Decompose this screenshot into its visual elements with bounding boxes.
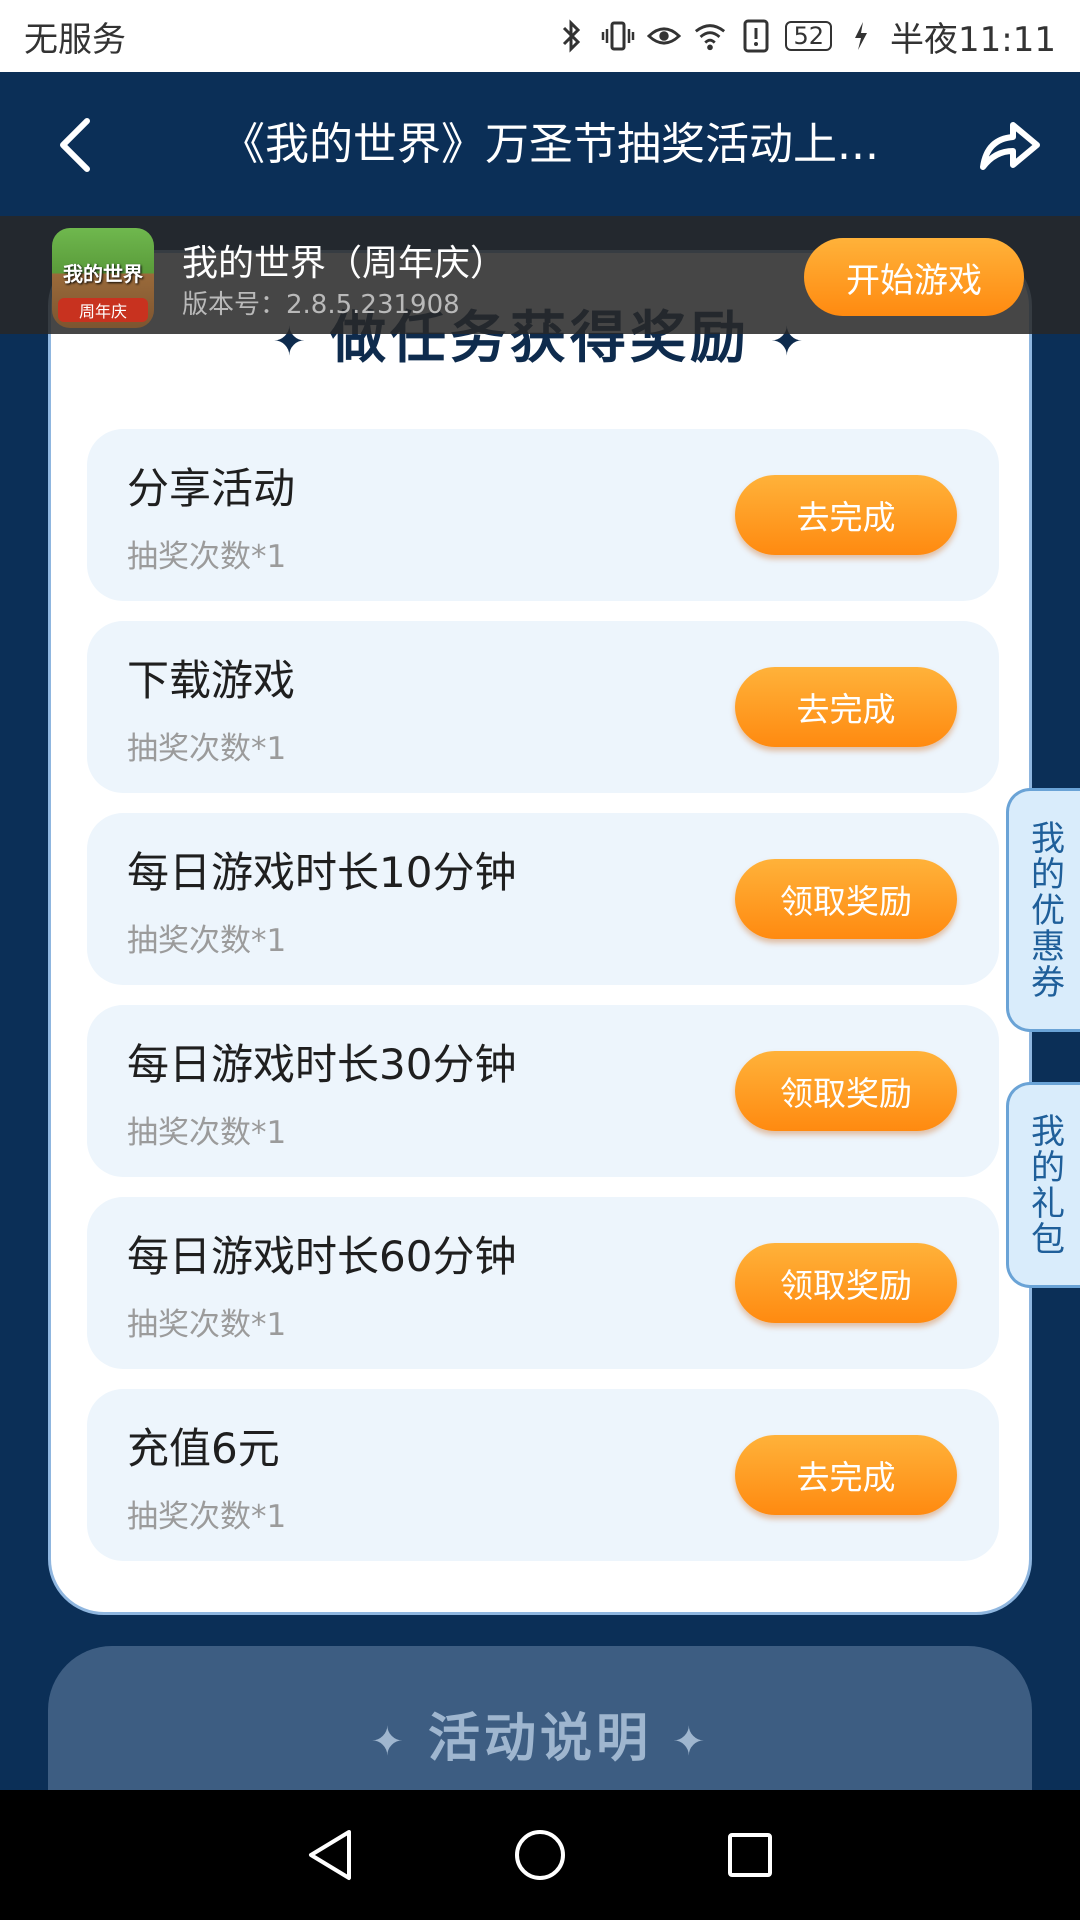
alert-sim-icon [739,19,773,53]
task-item-play-10min: 每日游戏时长10分钟 抽奖次数*1 领取奖励 [87,813,999,985]
back-button[interactable] [40,110,110,180]
share-button[interactable] [972,108,1046,182]
clock: 半夜11:11 [890,19,1056,60]
app-icon-badge: 周年庆 [58,298,148,322]
tasks-card: ✦ 做任务获得奖励 ✦ 分享活动 抽奖次数*1 去完成 下载游戏 抽奖次数*1 去完… [48,250,1032,1615]
task-item-share: 分享活动 抽奖次数*1 去完成 [87,429,999,601]
nav-back-button[interactable] [300,1825,360,1885]
task-reward: 抽奖次数*1 [127,731,287,767]
claim-reward-button[interactable]: 领取奖励 [735,1243,957,1323]
eye-icon [647,19,682,53]
nav-recents-button[interactable] [720,1825,780,1885]
status-icons: 52 半夜11:11 [555,12,1056,61]
activity-section-title: ✦ 活动说明 ✦ [48,1696,1032,1771]
task-item-download: 下载游戏 抽奖次数*1 去完成 [87,621,999,793]
task-name: 分享活动 [127,464,296,513]
task-complete-button[interactable]: 去完成 [735,475,957,555]
task-item-play-60min: 每日游戏时长60分钟 抽奖次数*1 领取奖励 [87,1197,999,1369]
task-item-play-30min: 每日游戏时长30分钟 抽奖次数*1 领取奖励 [87,1005,999,1177]
task-name: 充值6元 [127,1424,280,1473]
app-name: 我的世界（周年庆） [182,243,507,284]
my-coupons-tab[interactable]: 我的优惠券 [1006,788,1080,1032]
chevron-left-icon [60,118,90,172]
my-gifts-tab[interactable]: 我的礼包 [1006,1082,1080,1288]
task-reward: 抽奖次数*1 [127,1499,287,1535]
wifi-icon [693,19,727,53]
task-list: 分享活动 抽奖次数*1 去完成 下载游戏 抽奖次数*1 去完成 每日游戏时长10… [87,429,999,1581]
task-name: 每日游戏时长60分钟 [127,1232,517,1281]
sparkle-icon: ✦ [370,1719,408,1765]
task-reward: 抽奖次数*1 [127,539,287,575]
task-reward: 抽奖次数*1 [127,1115,287,1151]
my-gifts-label: 我的礼包 [1024,1113,1065,1257]
claim-reward-button[interactable]: 领取奖励 [735,1051,957,1131]
app-download-banner: 我的世界 周年庆 我的世界（周年庆） 版本号：2.8.5.231908 开始游戏 [0,216,1080,334]
nav-home-button[interactable] [510,1825,570,1885]
task-name: 每日游戏时长30分钟 [127,1040,517,1089]
task-reward: 抽奖次数*1 [127,1307,287,1343]
app-icon[interactable]: 我的世界 周年庆 [52,228,154,328]
activity-title-text: 活动说明 [427,1709,652,1769]
vibrate-icon [601,19,635,53]
triangle-back-icon [309,1830,351,1880]
task-item-recharge: 充值6元 抽奖次数*1 去完成 [87,1389,999,1561]
status-bar: 无服务 52 半夜11:11 [0,0,1080,72]
task-complete-button[interactable]: 去完成 [735,1435,957,1515]
page-header: 《我的世界》万圣节抽奖活动上... [0,72,1080,216]
sparkle-icon: ✦ [672,1719,710,1765]
app-icon-title: 我的世界 [63,262,143,286]
share-arrow-icon [980,122,1040,170]
square-recents-icon [728,1833,772,1877]
my-coupons-label: 我的优惠券 [1024,820,1065,1000]
task-name: 下载游戏 [127,656,296,705]
system-nav-bar [0,1790,1080,1920]
battery-indicator: 52 [785,21,833,51]
charging-icon [844,19,878,53]
app-version: 版本号：2.8.5.231908 [182,290,460,320]
claim-reward-button[interactable]: 领取奖励 [735,859,957,939]
task-complete-button[interactable]: 去完成 [735,667,957,747]
task-name: 每日游戏时长10分钟 [127,848,517,897]
circle-home-icon [515,1830,565,1880]
bluetooth-icon [555,19,589,53]
page-title: 《我的世界》万圣节抽奖活动上... [221,119,879,170]
start-game-button[interactable]: 开始游戏 [804,238,1024,316]
carrier-label: 无服务 [24,19,126,60]
task-reward: 抽奖次数*1 [127,923,287,959]
